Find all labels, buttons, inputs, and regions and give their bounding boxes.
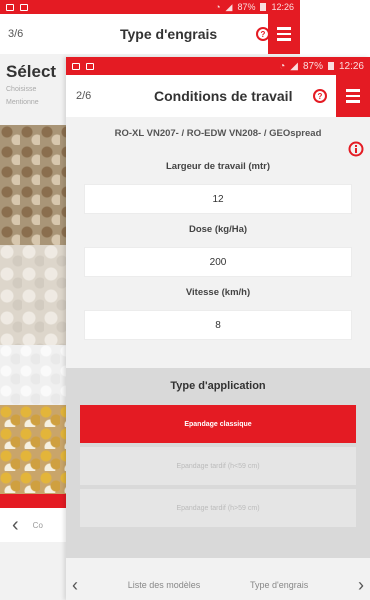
selection-bar: [0, 494, 70, 508]
page-indicator: 3/6: [8, 28, 24, 40]
speed-input[interactable]: 8: [84, 310, 352, 340]
model-line: RO-XL VN207- / RO-EDW VN208- / GEOspread: [114, 128, 322, 139]
wifi-status-icon: ◔: [279, 60, 286, 72]
front-footer: ‹ Liste des modèles Type d'engrais ›: [66, 569, 370, 600]
page-title: Type d'engrais: [120, 26, 218, 42]
status-time: 12:26: [271, 2, 294, 12]
option-epandage-tardif-high[interactable]: Epandage tardif (h>59 cm): [80, 489, 356, 527]
battery-icon: [260, 3, 267, 11]
footer-prev-label[interactable]: Co: [33, 521, 43, 530]
back-footer: ‹ Co: [0, 508, 70, 542]
help-icon[interactable]: ?: [313, 89, 327, 103]
width-label: Largeur de travail (mtr): [166, 161, 270, 172]
back-header: 3/6 Type d'engrais ?: [0, 14, 300, 54]
gallery-status-icon: [72, 62, 80, 70]
hamburger-menu-icon[interactable]: [336, 75, 370, 117]
hamburger-menu-icon[interactable]: [268, 14, 300, 54]
option-epandage-tardif-low[interactable]: Epandage tardif (h<59 cm): [80, 447, 356, 485]
signal-status-icon: ◢: [225, 1, 233, 12]
front-header: 2/6 Conditions de travail ?: [66, 75, 370, 117]
speed-label: Vitesse (km/h): [185, 287, 251, 298]
application-type-section: Type d'application Epandage classique Ep…: [66, 368, 370, 558]
status-bar: ◔ ◢ 87% 12:26: [66, 57, 370, 75]
application-type-title: Type d'application: [170, 380, 266, 392]
dose-input[interactable]: 200: [84, 247, 352, 277]
fertilizer-image[interactable]: [0, 125, 70, 495]
info-icon[interactable]: [348, 141, 364, 157]
signal-status-icon: ◢: [290, 60, 298, 72]
battery-percent: 87%: [302, 60, 323, 72]
battery-percent: 87%: [237, 2, 256, 12]
option-epandage-classique[interactable]: Epandage classique: [80, 405, 356, 443]
footer-prev-label[interactable]: Liste des modèles: [128, 580, 201, 590]
lock-status-icon: [86, 62, 94, 70]
lock-status-icon: [20, 3, 28, 11]
front-screen: ◔ ◢ 87% 12:26 2/6 Conditions de travail …: [66, 57, 370, 600]
status-time: 12:26: [338, 60, 364, 72]
battery-icon: [327, 62, 334, 70]
chevron-left-icon[interactable]: ‹: [12, 514, 19, 537]
width-input[interactable]: 12: [84, 184, 352, 214]
status-bar: ◔ ◢ 87% 12:26: [0, 0, 300, 14]
chevron-right-icon[interactable]: ›: [358, 576, 364, 594]
chevron-left-icon[interactable]: ‹: [72, 576, 78, 594]
gallery-status-icon: [6, 3, 14, 11]
page-indicator: 2/6: [76, 90, 92, 102]
wifi-status-icon: ◔: [215, 2, 221, 12]
dose-label: Dose (kg/Ha): [188, 224, 248, 235]
page-title: Conditions de travail: [154, 88, 293, 104]
footer-next-label[interactable]: Type d'engrais: [250, 580, 308, 590]
